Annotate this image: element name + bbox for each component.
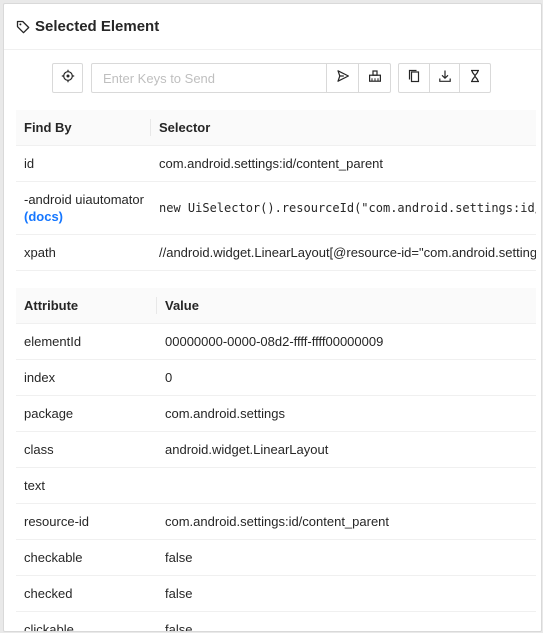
attribute-value-cell: false	[157, 611, 536, 631]
table-row: text	[16, 467, 536, 504]
clear-element-button[interactable]	[358, 64, 390, 92]
attribute-name-cell: checked	[16, 575, 157, 612]
copy-icon	[407, 69, 421, 88]
selector-cell[interactable]: //android.widget.LinearLayout[@resource-…	[151, 234, 536, 271]
attribute-value-cell: com.android.settings	[157, 395, 536, 432]
table-row: class android.widget.LinearLayout	[16, 431, 536, 468]
send-keys-group	[91, 63, 391, 93]
tag-icon	[16, 20, 30, 34]
toolbar	[4, 63, 541, 95]
value-column-header: Value	[157, 288, 536, 324]
find-by-cell: -android uiautomator (docs)	[16, 181, 151, 235]
attribute-value-cell: com.android.settings:id/content_parent	[157, 503, 536, 540]
send-keys-button[interactable]	[326, 64, 358, 92]
table-row: checked false	[16, 575, 536, 612]
table-row: clickable false	[16, 611, 536, 631]
table-row: elementId 00000000-0000-08d2-ffff-ffff000…	[16, 323, 536, 360]
selector-cell[interactable]: new UiSelector().resourceId("com.android…	[151, 181, 536, 235]
find-by-label: -android uiautomator	[24, 192, 144, 207]
attribute-name-cell: index	[16, 359, 157, 396]
attributes-header-row: Attribute Value	[16, 288, 536, 324]
table-row: checkable false	[16, 539, 536, 576]
download-icon	[438, 69, 452, 88]
find-by-table: Find By Selector id com.android.settings…	[16, 110, 536, 271]
copy-attributes-button[interactable]	[399, 64, 429, 92]
element-actions-group	[398, 63, 491, 93]
attribute-name-cell: resource-id	[16, 503, 157, 540]
table-row: resource-id com.android.settings:id/conte…	[16, 503, 536, 540]
find-by-header-row: Find By Selector	[16, 110, 536, 146]
locate-element-button[interactable]	[52, 63, 83, 93]
table-row: package com.android.settings	[16, 395, 536, 432]
clear-icon	[368, 69, 382, 88]
attribute-name-cell: class	[16, 431, 157, 468]
hourglass-icon	[468, 69, 482, 88]
selector-cell[interactable]: com.android.settings:id/content_parent	[151, 145, 536, 182]
attribute-value-cell: 00000000-0000-08d2-ffff-ffff00000009	[157, 323, 536, 360]
panel-title: Selected Element	[35, 18, 160, 35]
attribute-name-cell: checkable	[16, 539, 157, 576]
table-row: -android uiautomator (docs) new UiSelect…	[16, 181, 536, 235]
table-row: index 0	[16, 359, 536, 396]
attributes-table: Attribute Value elementId 00000000-0000-0…	[16, 288, 536, 631]
attribute-value-cell	[157, 467, 536, 504]
attribute-name-cell: clickable	[16, 611, 157, 631]
table-row: xpath //android.widget.LinearLayout[@res…	[16, 234, 536, 271]
get-timing-button[interactable]	[459, 64, 490, 92]
find-by-cell: xpath	[16, 234, 151, 271]
attribute-value-cell: false	[157, 575, 536, 612]
attribute-name-cell: text	[16, 467, 157, 504]
find-by-cell: id	[16, 145, 151, 182]
selector-column-header: Selector	[151, 110, 536, 146]
send-keys-input[interactable]	[92, 64, 326, 92]
docs-link[interactable]: (docs)	[24, 208, 143, 225]
locate-icon	[61, 69, 75, 88]
attribute-value-cell: false	[157, 539, 536, 576]
selected-element-panel: Selected Element Enter Keys to Send Find…	[3, 3, 542, 632]
attribute-name-cell: package	[16, 395, 157, 432]
panel-header: Selected Element	[4, 4, 541, 50]
attribute-column-header: Attribute	[16, 288, 157, 324]
attribute-value-cell: 0	[157, 359, 536, 396]
find-by-column-header: Find By	[16, 110, 151, 146]
attribute-value-cell: android.widget.LinearLayout	[157, 431, 536, 468]
download-screenshot-button[interactable]	[428, 64, 460, 92]
attribute-name-cell: elementId	[16, 323, 157, 360]
table-row: id com.android.settings:id/content_paren…	[16, 145, 536, 182]
send-icon	[336, 69, 350, 88]
